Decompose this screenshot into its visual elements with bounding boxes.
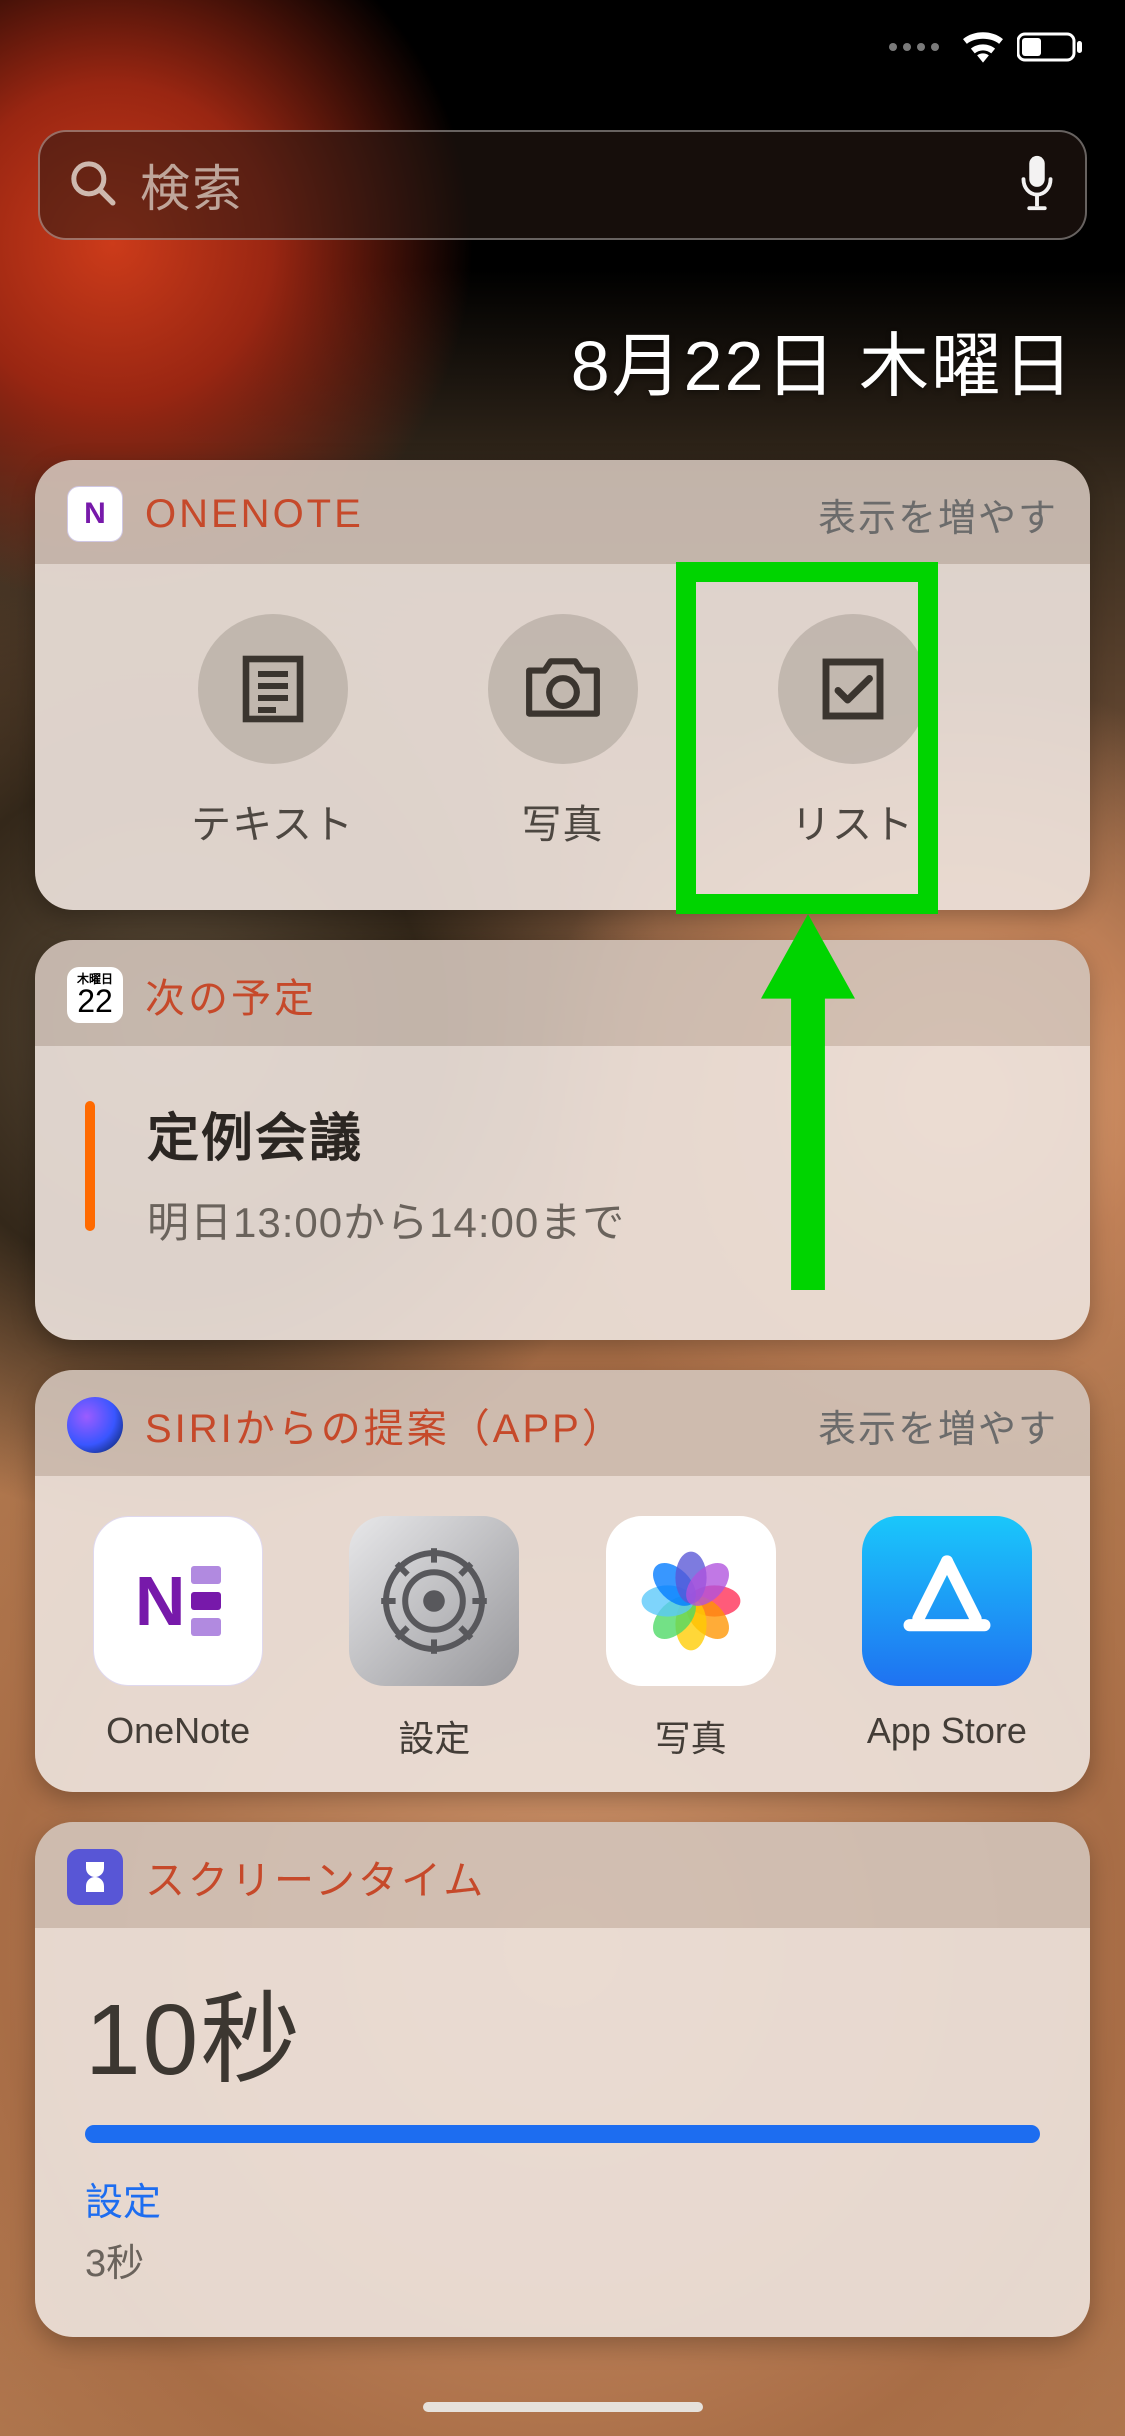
calendar-event[interactable]: 定例会議 明日13:00から14:00まで <box>35 1046 1090 1340</box>
widgets-stack[interactable]: N ONENOTE 表示を増やす テキスト 写真 リスト 木曜日 22 次の予定 <box>35 460 1090 2396</box>
search-placeholder: 検索 <box>140 149 995 221</box>
widget-onenote: N ONENOTE 表示を増やす テキスト 写真 リスト <box>35 460 1090 910</box>
onenote-tile-icon: N <box>93 1516 263 1686</box>
appstore-tile-icon <box>862 1516 1032 1686</box>
widget-siri-header: SIRIからの提案（APP） 表示を増やす <box>35 1370 1090 1476</box>
widget-onenote-header: N ONENOTE 表示を増やす <box>35 460 1090 564</box>
onenote-action-text[interactable]: テキスト <box>163 614 383 850</box>
onenote-action-photo[interactable]: 写真 <box>453 614 673 850</box>
wifi-icon <box>961 30 1005 64</box>
widget-onenote-showmore[interactable]: 表示を増やす <box>818 487 1058 542</box>
onenote-app-icon: N <box>67 486 123 542</box>
camera-icon <box>488 614 638 764</box>
widget-screentime-title: スクリーンタイム <box>145 1848 1058 1906</box>
siri-app-settings[interactable]: 設定 <box>334 1516 534 1762</box>
screentime-bar <box>85 2125 1040 2143</box>
widget-screentime-header: スクリーンタイム <box>35 1822 1090 1928</box>
text-note-icon <box>198 614 348 764</box>
checklist-icon <box>778 614 928 764</box>
siri-app-appstore-label: App Store <box>867 1710 1027 1752</box>
screentime-top-app: 設定 <box>85 2171 1040 2226</box>
widget-siri-apps: SIRIからの提案（APP） 表示を増やす N OneNote 設定 <box>35 1370 1090 1792</box>
today-date: 8月22日 木曜日 <box>571 310 1075 411</box>
widget-onenote-title: ONENOTE <box>145 492 796 537</box>
screentime-body[interactable]: 10秒 設定 3秒 <box>35 1928 1090 2337</box>
onenote-action-list[interactable]: リスト <box>743 614 963 850</box>
screentime-app-icon <box>67 1849 123 1905</box>
widget-calendar: 木曜日 22 次の予定 定例会議 明日13:00から14:00まで <box>35 940 1090 1340</box>
calendar-app-icon: 木曜日 22 <box>67 967 123 1023</box>
search-bar[interactable]: 検索 <box>38 130 1087 240</box>
event-title: 定例会議 <box>147 1096 1050 1171</box>
event-time: 明日13:00から14:00まで <box>147 1189 1050 1250</box>
screentime-bar-fill <box>85 2125 1040 2143</box>
cellular-dots-icon <box>889 43 939 51</box>
siri-app-appstore[interactable]: App Store <box>847 1516 1047 1762</box>
widget-calendar-header: 木曜日 22 次の予定 <box>35 940 1090 1046</box>
calendar-icon-day: 22 <box>77 985 113 1017</box>
widget-screentime: スクリーンタイム 10秒 設定 3秒 <box>35 1822 1090 2337</box>
home-indicator[interactable] <box>423 2402 703 2412</box>
widget-siri-showmore[interactable]: 表示を増やす <box>818 1398 1058 1453</box>
widget-calendar-title: 次の予定 <box>145 966 1058 1024</box>
onenote-action-list-label: リスト <box>791 792 914 850</box>
onenote-action-text-label: テキスト <box>191 792 354 850</box>
photos-tile-icon <box>606 1516 776 1686</box>
battery-icon <box>1017 31 1085 63</box>
annotation-arrow-icon <box>748 914 868 1290</box>
siri-app-photos[interactable]: 写真 <box>591 1516 791 1762</box>
screentime-top-time: 3秒 <box>85 2232 1040 2287</box>
microphone-icon[interactable] <box>1017 154 1057 217</box>
siri-app-onenote[interactable]: N OneNote <box>78 1516 278 1762</box>
siri-app-settings-label: 設定 <box>398 1710 470 1762</box>
widget-siri-title: SIRIからの提案（APP） <box>145 1396 796 1454</box>
siri-app-onenote-label: OneNote <box>106 1710 250 1752</box>
screentime-total: 10秒 <box>85 1958 1040 2103</box>
onenote-action-photo-label: 写真 <box>522 792 604 850</box>
siri-app-photos-label: 写真 <box>655 1710 727 1762</box>
search-icon <box>68 158 118 213</box>
event-color-bar <box>85 1101 95 1231</box>
status-bar <box>889 30 1085 64</box>
siri-icon <box>67 1397 123 1453</box>
settings-tile-icon <box>349 1516 519 1686</box>
